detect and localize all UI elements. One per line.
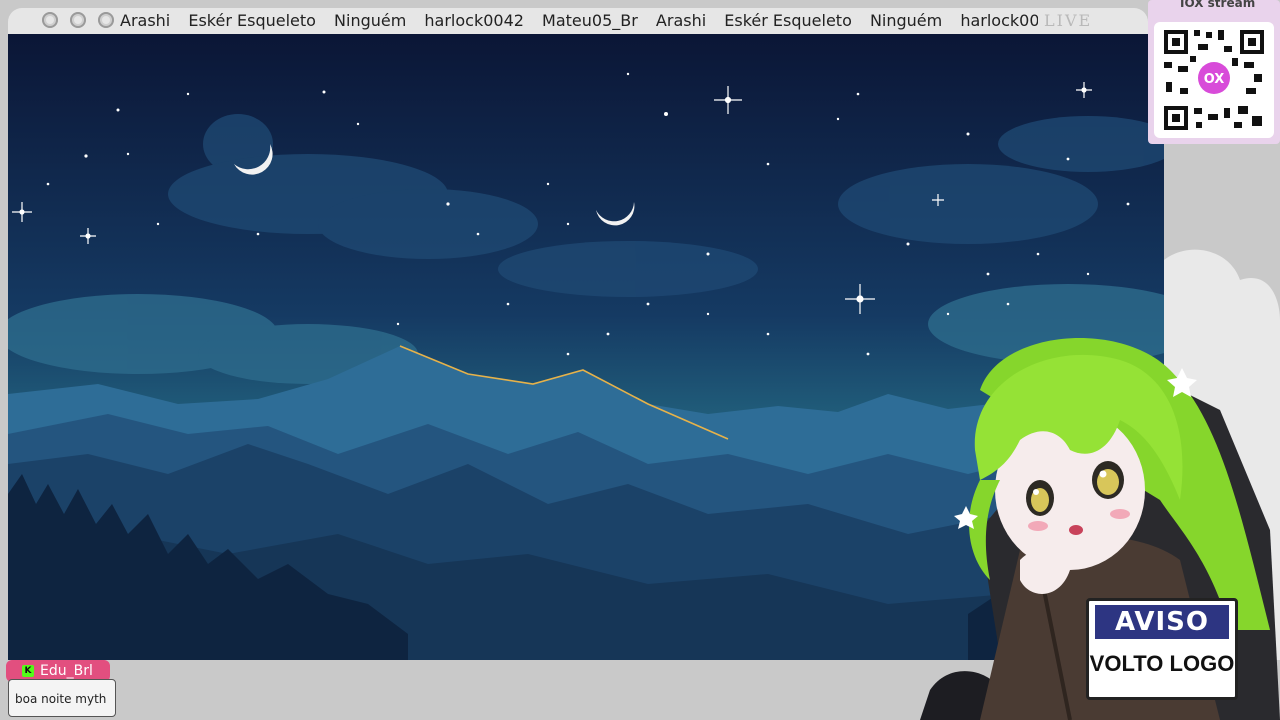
qr-logo-text: OX <box>1204 72 1225 87</box>
live-now-label: LIVE NOW <box>1044 11 1093 56</box>
supporter-ticker: Arashi Eskér Esqueleto Ninguém harlock00… <box>120 8 1038 34</box>
notice-sign: AVISO VOLTO LOGO <box>1086 598 1238 700</box>
ticker-item: Arashi <box>120 11 171 30</box>
kick-badge-icon: K <box>22 665 34 677</box>
notice-title: AVISO <box>1095 605 1229 639</box>
qr-code-panel: IOX stream OX <box>1148 0 1280 144</box>
window-button-2-icon[interactable] <box>70 12 86 28</box>
ticker-item: Arashi <box>655 11 707 30</box>
ticker-item: Eskér Esqueleto <box>724 11 852 30</box>
chat-message: boa noite myth <box>8 679 116 717</box>
ticker-item: harlock0042 <box>424 11 524 30</box>
window-button-1-icon[interactable] <box>42 12 58 28</box>
ticker-item: Eskér Esqueleto <box>188 11 316 30</box>
qr-code[interactable]: OX <box>1154 22 1274 138</box>
notice-message: VOLTO LOGO <box>1089 651 1235 676</box>
ticker-item: Ninguém <box>334 11 407 30</box>
window-button-3-icon[interactable] <box>98 12 114 28</box>
ticker-item: Mateu05_Br <box>542 11 638 30</box>
qr-code-icon: OX <box>1164 30 1264 130</box>
ticker-item: harlock0042 <box>960 11 1038 30</box>
ticker-bar: Arashi Eskér Esqueleto Ninguém harlock00… <box>8 8 1148 56</box>
qr-brand-label: IOX stream <box>1180 0 1256 10</box>
ticker-item: Ninguém <box>869 11 943 30</box>
